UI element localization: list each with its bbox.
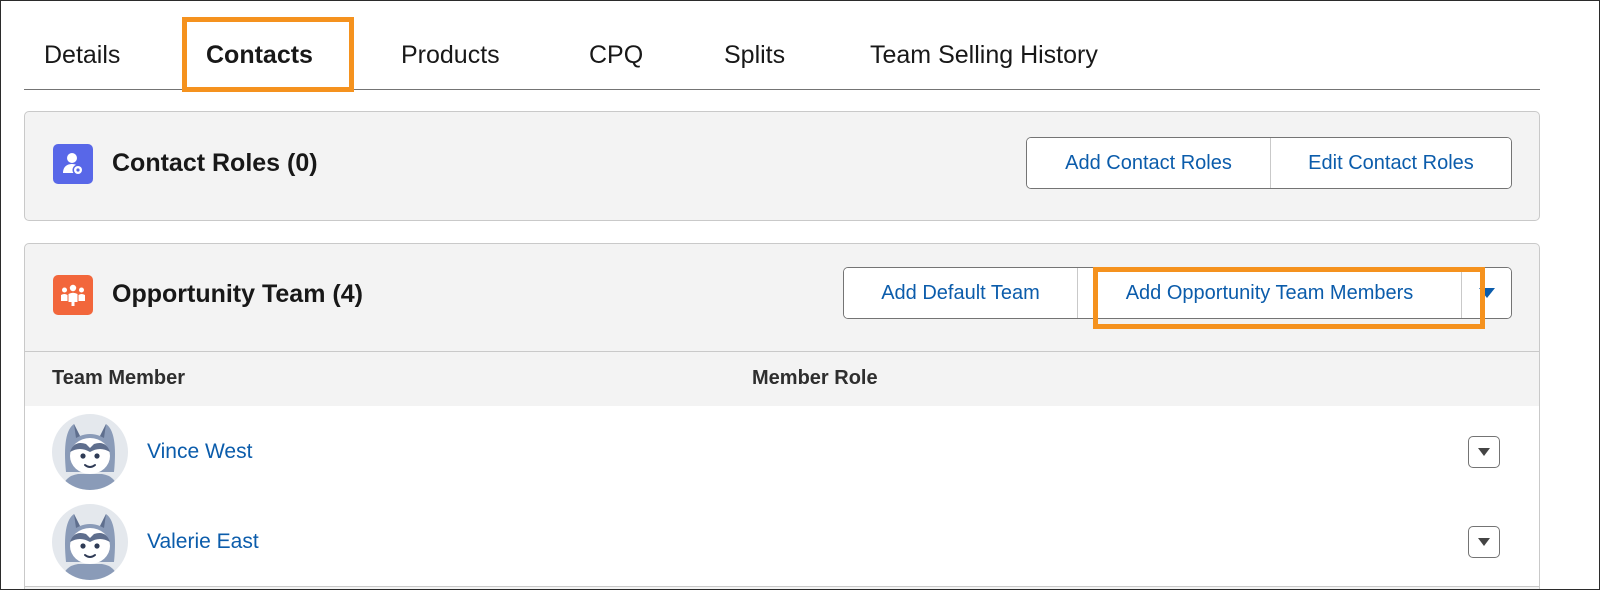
team-table-header: Team Member Member Role [25,351,1539,407]
add-contact-roles-button[interactable]: Add Contact Roles [1027,138,1270,188]
contacts-tab-highlight [182,17,354,92]
contact-roles-icon [53,144,93,184]
team-icon [53,275,93,315]
chevron-down-icon [1478,538,1490,546]
column-header-member-role[interactable]: Member Role [752,367,878,390]
column-header-team-member[interactable]: Team Member [52,367,185,390]
table-row: Valerie East [25,496,1539,587]
row-actions-button[interactable] [1468,526,1500,558]
team-member-link[interactable]: Vince West [147,440,252,464]
chevron-down-icon [1478,448,1490,456]
avatar [52,504,128,580]
add-members-button-highlight [1093,267,1485,329]
tab-products[interactable]: Products [401,41,500,70]
tab-details[interactable]: Details [44,41,120,70]
contact-roles-actions: Add Contact Roles Edit Contact Roles [1026,137,1512,189]
avatar [52,414,128,490]
contact-roles-title: Contact Roles (0) [112,149,318,177]
table-row: Vince West [25,406,1539,497]
team-member-link[interactable]: Valerie East [147,530,259,554]
add-default-team-button[interactable]: Add Default Team [844,268,1077,318]
opportunity-team-title: Opportunity Team (4) [112,280,363,308]
tab-team-selling-history[interactable]: Team Selling History [870,41,1098,70]
tab-cpq[interactable]: CPQ [589,41,643,70]
app-frame: Details Contacts Products CPQ Splits Tea… [0,0,1600,590]
tab-splits[interactable]: Splits [724,41,785,70]
row-actions-button[interactable] [1468,436,1500,468]
edit-contact-roles-button[interactable]: Edit Contact Roles [1270,138,1511,188]
contact-roles-card: Contact Roles (0) Add Contact Roles Edit… [24,111,1540,221]
